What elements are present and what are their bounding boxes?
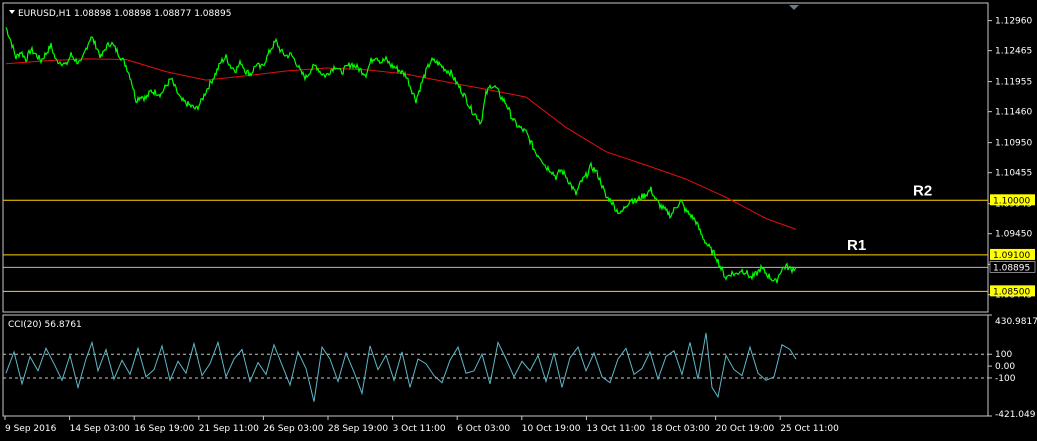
price-tick-label: 1.10455	[995, 169, 1032, 179]
price-tick-label: 1.12960	[995, 17, 1032, 27]
time-tick-label: 14 Sep 03:00	[70, 424, 130, 434]
chart-shift-icon	[789, 5, 799, 10]
level-label: 1.10000	[993, 196, 1030, 206]
main-pane-frame	[2, 2, 989, 313]
time-tick-label: 20 Oct 19:00	[716, 424, 775, 434]
indicator-pane-frame	[2, 314, 989, 417]
chevron-down-icon	[9, 10, 15, 14]
price-tick-label: 1.10950	[995, 139, 1032, 149]
price-tick-label: 1.12465	[995, 47, 1032, 57]
moving-average-line	[5, 58, 797, 230]
time-tick-label: 28 Sep 19:00	[328, 424, 388, 434]
indicator-tick-label: -100	[995, 374, 1016, 384]
level-name-r1: R1	[847, 237, 866, 254]
time-tick-label: 10 Oct 19:00	[522, 424, 581, 434]
time-tick-label: 6 Oct 03:00	[457, 424, 510, 434]
indicator-tick-label: 0.00	[995, 362, 1015, 372]
price-tick-label: 1.09450	[995, 230, 1032, 240]
chart-title: EURUSD,H1 1.08898 1.08898 1.08877 1.0889…	[18, 9, 231, 19]
price-tick-label: 1.11955	[995, 78, 1032, 88]
indicator-tick-label: 100	[995, 350, 1012, 360]
level-label: 1.08500	[993, 287, 1030, 297]
time-tick-label: 18 Oct 03:00	[651, 424, 710, 434]
time-tick-label: 21 Sep 11:00	[199, 424, 259, 434]
time-tick-label: 16 Sep 19:00	[134, 424, 194, 434]
time-tick-label: 9 Sep 2016	[5, 424, 57, 434]
current-price-label: 1.08895	[993, 263, 1030, 273]
level-label: 1.09100	[993, 251, 1030, 261]
time-tick-label: 26 Sep 03:00	[263, 424, 323, 434]
time-tick-label: 25 Oct 11:00	[780, 424, 839, 434]
indicator-tick-label: 430.9817	[995, 317, 1037, 327]
price-tick-label: 1.11460	[995, 108, 1032, 118]
indicator-tick-label: -421.049	[995, 410, 1036, 420]
indicator-title: CCI(20) 56.8761	[8, 320, 82, 330]
level-name-r2: R2	[913, 182, 932, 199]
cci-line	[5, 332, 797, 402]
price-chart[interactable]: R2 R1 1.12960 1.12465 1.11955 1.11460 1.10950…	[0, 0, 1037, 441]
time-tick-label: 3 Oct 11:00	[393, 424, 446, 434]
time-tick-label: 13 Oct 11:00	[586, 424, 645, 434]
price-line	[5, 27, 797, 284]
